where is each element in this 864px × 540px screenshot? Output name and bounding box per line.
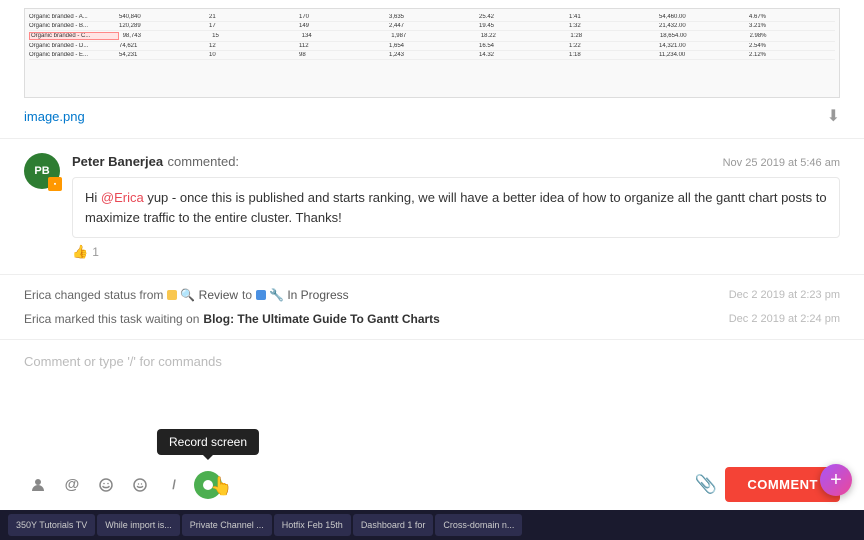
slash-command-icon[interactable]: /: [160, 471, 188, 499]
gif-emoji-icon[interactable]: [92, 471, 120, 499]
comment-body: Peter Banerjea commented: Nov 25 2019 at…: [72, 153, 840, 260]
activity-text-1: Erica changed status from: [24, 288, 163, 302]
bottom-taskbar: 350Y Tutorials TV While import is... Pri…: [0, 510, 864, 540]
taskbar-item-5[interactable]: Dashboard 1 for: [353, 514, 434, 536]
taskbar-item-4[interactable]: Hotfix Feb 15th: [274, 514, 351, 536]
like-count: 1: [92, 245, 99, 259]
person-icon[interactable]: [24, 471, 52, 499]
blue-status-icon: [256, 290, 266, 300]
toolbar-left: @ / Record screen 👆: [24, 471, 222, 499]
avatar-badge: ▪: [48, 177, 62, 191]
avatar: PB ▪: [24, 153, 60, 189]
to-status-badge: 🔧 In Progress: [256, 288, 349, 302]
activity-text-2: Erica marked this task waiting on: [24, 312, 199, 326]
comment-section: PB ▪ Peter Banerjea commented: Nov 25 20…: [0, 139, 864, 275]
yellow-status-icon: [167, 290, 177, 300]
image-filename[interactable]: image.png: [24, 109, 85, 124]
comment-text-after: yup - once this is published and starts …: [85, 190, 827, 225]
activity-time-1: Dec 2 2019 at 2:23 pm: [729, 289, 840, 301]
image-section: Organic branded - A... 540,840 21 170 3,…: [0, 0, 864, 139]
comment-text: Hi @Erica yup - once this is published a…: [72, 177, 840, 238]
from-status-badge: 🔍 Review: [167, 288, 238, 302]
emoji-icon[interactable]: [126, 471, 154, 499]
taskbar-item-1[interactable]: 350Y Tutorials TV: [8, 514, 95, 536]
comment-verb: commented:: [168, 154, 240, 169]
comment-text-before: Hi: [85, 190, 101, 205]
input-section: Comment or type '/' for commands @ / Rec…: [0, 339, 864, 510]
activity-row-1: Erica changed status from 🔍 Review to 🔧 …: [24, 283, 840, 307]
toolbar-row: @ / Record screen 👆 📎 COMMENT: [24, 467, 840, 502]
comment-input-placeholder[interactable]: Comment or type '/' for commands: [24, 350, 840, 459]
taskbar-item-2[interactable]: While import is...: [97, 514, 180, 536]
record-screen-tooltip: Record screen: [157, 429, 259, 455]
mention-tag[interactable]: @Erica: [101, 190, 144, 205]
like-area: 👍 1: [72, 244, 840, 260]
comment-header: Peter Banerjea commented: Nov 25 2019 at…: [72, 153, 840, 171]
screen-record-icon[interactable]: [194, 471, 222, 499]
download-icon[interactable]: ⬇: [827, 106, 840, 126]
image-preview: Organic branded - A... 540,840 21 170 3,…: [24, 8, 840, 98]
comment-timestamp: Nov 25 2019 at 5:46 am: [723, 157, 840, 169]
toolbar-right: 📎 COMMENT: [695, 467, 840, 502]
comment-author: Peter Banerjea: [72, 154, 163, 169]
thumbs-up-icon[interactable]: 👍: [72, 244, 88, 260]
activity-time-2: Dec 2 2019 at 2:24 pm: [729, 313, 840, 325]
plus-button[interactable]: +: [820, 464, 852, 496]
activity-row-2: Erica marked this task waiting on Blog: …: [24, 307, 840, 331]
activity-link[interactable]: Blog: The Ultimate Guide To Gantt Charts: [203, 312, 439, 326]
main-container: Organic branded - A... 540,840 21 170 3,…: [0, 0, 864, 540]
taskbar-item-6[interactable]: Cross-domain n...: [435, 514, 522, 536]
taskbar-item-3[interactable]: Private Channel ...: [182, 514, 272, 536]
attach-icon[interactable]: 📎: [695, 474, 717, 495]
at-icon[interactable]: @: [58, 471, 86, 499]
activity-section: Erica changed status from 🔍 Review to 🔧 …: [0, 275, 864, 339]
